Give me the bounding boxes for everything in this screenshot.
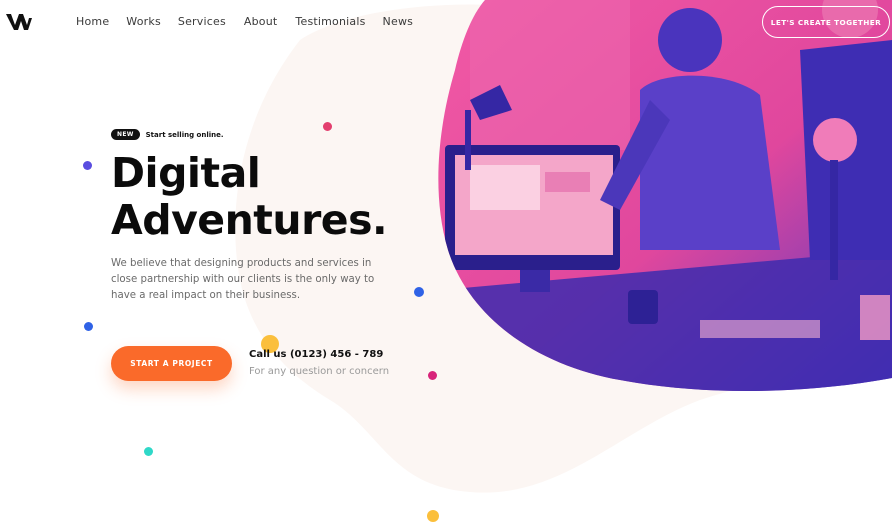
hero-title-line1: Digital bbox=[111, 149, 261, 197]
hero-title: Digital Adventures. bbox=[111, 149, 388, 244]
decor-dot-purple bbox=[83, 161, 92, 170]
decor-dot-teal bbox=[144, 447, 153, 456]
decor-dot-magenta bbox=[428, 371, 437, 380]
decor-dot-orange bbox=[427, 510, 439, 522]
hero-title-line2: Adventures. bbox=[111, 196, 388, 244]
nav-item-home[interactable]: Home bbox=[76, 15, 109, 28]
start-project-button[interactable]: START A PROJECT bbox=[111, 346, 232, 381]
decor-dot-red bbox=[323, 122, 332, 131]
w-logo-icon[interactable] bbox=[6, 14, 32, 30]
decor-dot-blue bbox=[414, 287, 424, 297]
nav-item-about[interactable]: About bbox=[244, 15, 278, 28]
hero-tagline: Start selling online. bbox=[145, 130, 224, 139]
lets-create-together-button[interactable]: LET'S CREATE TOGETHER bbox=[762, 6, 890, 38]
nav-item-news[interactable]: News bbox=[383, 15, 414, 28]
nav-item-testimonials[interactable]: Testimonials bbox=[295, 15, 365, 28]
hero-description: We believe that designing products and s… bbox=[111, 258, 375, 301]
nav-item-works[interactable]: Works bbox=[126, 15, 161, 28]
main-nav: Home Works Services About Testimonials N… bbox=[76, 15, 430, 28]
call-subtext: For any question or concern bbox=[249, 366, 390, 377]
nav-item-services[interactable]: Services bbox=[178, 15, 226, 28]
new-badge: NEW bbox=[111, 129, 140, 140]
decor-dot-blue-left bbox=[84, 322, 93, 331]
call-us-text[interactable]: Call us (0123) 456 - 789 bbox=[249, 349, 383, 360]
hero-tag-row: NEW Start selling online. bbox=[111, 129, 224, 140]
